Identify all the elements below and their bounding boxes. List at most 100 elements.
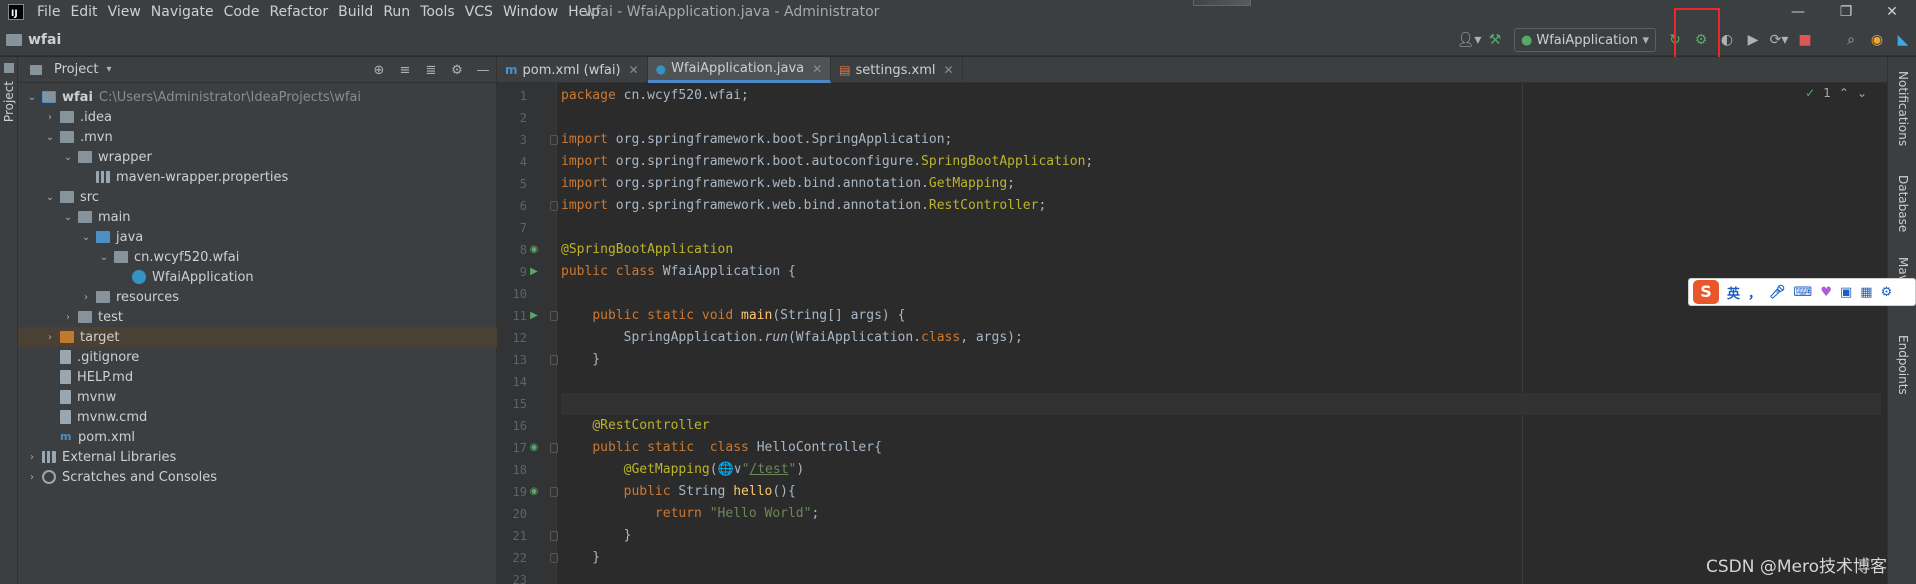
code-line[interactable] bbox=[561, 283, 1881, 305]
minimize-icon[interactable]: — bbox=[1778, 0, 1818, 24]
code-line[interactable]: public String hello(){ bbox=[561, 481, 1881, 503]
plugin-icon[interactable]: ◣ bbox=[1890, 27, 1916, 53]
game-icon[interactable]: ▣ bbox=[1840, 285, 1852, 300]
menu-tools[interactable]: Tools bbox=[415, 0, 460, 24]
code-line[interactable] bbox=[561, 217, 1881, 239]
code-line[interactable] bbox=[561, 107, 1881, 129]
tree-item[interactable]: m pom.xml bbox=[18, 427, 497, 447]
debug-icon[interactable]: ⚙ bbox=[1688, 27, 1714, 53]
chevron-down-icon[interactable]: ⌄ bbox=[26, 92, 38, 103]
tree-item[interactable]: › resources bbox=[18, 287, 497, 307]
search-icon[interactable]: ⌕ bbox=[1838, 27, 1864, 53]
close-icon[interactable]: ✕ bbox=[812, 62, 822, 76]
fold-marker-icon[interactable] bbox=[550, 311, 558, 321]
close-icon[interactable]: ✕ bbox=[943, 63, 953, 77]
update-icon[interactable]: ◉ bbox=[1864, 27, 1890, 53]
chevron-down-icon[interactable]: ⌄ bbox=[44, 192, 56, 203]
tree-item[interactable]: maven-wrapper.properties bbox=[18, 167, 497, 187]
gear-icon[interactable]: ⚙ bbox=[1881, 285, 1893, 300]
more-run-icon[interactable]: ⟳▾ bbox=[1766, 27, 1792, 53]
code-line[interactable]: import org.springframework.web.bind.anno… bbox=[561, 195, 1881, 217]
tree-item[interactable]: ⌄ .mvn bbox=[18, 127, 497, 147]
code-line[interactable]: @RestController bbox=[561, 415, 1881, 437]
tree-item[interactable]: › target bbox=[18, 327, 497, 347]
inspection-widget[interactable]: ✓ 1 ⌃ ⌄ bbox=[1805, 86, 1867, 100]
notifications-tool-tab[interactable]: Notifications bbox=[1896, 71, 1910, 146]
chevron-right-icon[interactable]: › bbox=[44, 112, 56, 123]
hide-icon[interactable]: — bbox=[470, 63, 496, 78]
tree-item[interactable]: WfaiApplication bbox=[18, 267, 497, 287]
code-line[interactable]: import org.springframework.boot.autoconf… bbox=[561, 151, 1881, 173]
code-line[interactable] bbox=[561, 569, 1881, 584]
fold-marker-icon[interactable] bbox=[550, 201, 558, 211]
chevron-right-icon[interactable]: › bbox=[62, 312, 74, 323]
tab-pom-xml[interactable]: m pom.xml (wfai) ✕ bbox=[497, 57, 648, 83]
sogou-logo-icon[interactable]: S bbox=[1693, 280, 1719, 304]
collapse-all-icon[interactable]: ≣ bbox=[418, 63, 444, 78]
close-icon[interactable]: ✕ bbox=[629, 63, 639, 77]
menu-window[interactable]: Window bbox=[498, 0, 563, 24]
code-line[interactable]: package cn.wcyf520.wfai; bbox=[561, 85, 1881, 107]
tree-item[interactable]: mvnw bbox=[18, 387, 497, 407]
tree-item[interactable]: ⌄ cn.wcyf520.wfai bbox=[18, 247, 497, 267]
run-configuration-select[interactable]: ● WfaiApplication ▾ bbox=[1514, 28, 1656, 52]
tree-item[interactable]: ⌄ java bbox=[18, 227, 497, 247]
fold-marker-icon[interactable] bbox=[550, 553, 558, 563]
code-line[interactable] bbox=[561, 393, 1881, 415]
code-line[interactable]: } bbox=[561, 547, 1881, 569]
code-line[interactable]: return "Hello World"; bbox=[561, 503, 1881, 525]
spring-bean-icon[interactable]: ◉ bbox=[527, 243, 541, 257]
menu-build[interactable]: Build bbox=[333, 0, 378, 24]
code-line[interactable]: public static void main(String[] args) { bbox=[561, 305, 1881, 327]
code-editor[interactable]: 1 2 3 4 5 6 7 8 9 10 11 12 13 14 15 16 17 18 19 20 21 22 23 ◉ ▶ ▶… bbox=[497, 83, 1887, 584]
project-tool-tab[interactable]: Project bbox=[2, 81, 16, 122]
tree-item[interactable]: ⌄ main bbox=[18, 207, 497, 227]
run-gutter-icon[interactable]: ▶ bbox=[527, 265, 541, 279]
intellij-logo-icon[interactable]: IJ bbox=[8, 4, 24, 20]
fold-marker-icon[interactable] bbox=[550, 487, 558, 497]
code-line[interactable]: } bbox=[561, 349, 1881, 371]
project-panel-title[interactable]: Project bbox=[54, 62, 98, 77]
menu-refactor[interactable]: Refactor bbox=[264, 0, 333, 24]
project-tool-icon[interactable] bbox=[4, 63, 14, 73]
endpoints-tool-tab[interactable]: Endpoints bbox=[1896, 335, 1910, 395]
tree-item[interactable]: › Scratches and Consoles bbox=[18, 467, 497, 487]
menu-edit[interactable]: Edit bbox=[65, 0, 102, 24]
chevron-down-icon[interactable]: ⌄ bbox=[62, 212, 74, 223]
fold-marker-icon[interactable] bbox=[550, 531, 558, 541]
code-line[interactable] bbox=[561, 371, 1881, 393]
fold-marker-icon[interactable] bbox=[550, 443, 558, 453]
tree-item[interactable]: ⌄ wfai C:\Users\Administrator\IdeaProjects… bbox=[18, 87, 497, 107]
fold-marker-icon[interactable] bbox=[550, 135, 558, 145]
keyboard-icon[interactable]: ⌨ bbox=[1794, 285, 1813, 300]
microphone-icon[interactable]: 🎤︎ bbox=[1769, 285, 1786, 300]
database-tool-tab[interactable]: Database bbox=[1896, 175, 1910, 232]
chevron-up-icon[interactable]: ⌃ bbox=[1839, 86, 1849, 100]
profiler-icon[interactable]: ▶ bbox=[1740, 27, 1766, 53]
menu-navigate[interactable]: Navigate bbox=[146, 0, 219, 24]
code-line[interactable]: public static class HelloController{ bbox=[561, 437, 1881, 459]
chevron-down-icon[interactable]: ▾ bbox=[106, 64, 111, 75]
chevron-down-icon[interactable]: ⌄ bbox=[62, 152, 74, 163]
code-line[interactable]: @SpringBootApplication bbox=[561, 239, 1881, 261]
chevron-down-icon[interactable]: ⌄ bbox=[80, 232, 92, 243]
tree-item[interactable]: ⌄ src bbox=[18, 187, 497, 207]
chevron-down-icon[interactable]: ⌄ bbox=[44, 132, 56, 143]
ime-mode-toggle[interactable]: 英 bbox=[1727, 283, 1740, 302]
code-line[interactable]: import org.springframework.boot.SpringAp… bbox=[561, 129, 1881, 151]
stop-icon[interactable]: ■ bbox=[1792, 27, 1818, 53]
breadcrumb-project[interactable]: wfai bbox=[28, 32, 61, 48]
menu-file[interactable]: File bbox=[32, 0, 65, 24]
toolbox-icon[interactable]: ▦ bbox=[1860, 285, 1872, 300]
tree-item[interactable]: › test bbox=[18, 307, 497, 327]
run-gutter-icon[interactable]: ▶ bbox=[527, 309, 541, 323]
code-line[interactable]: public class WfaiApplication { bbox=[561, 261, 1881, 283]
menu-view[interactable]: View bbox=[103, 0, 146, 24]
tab-settings-xml[interactable]: ▤ settings.xml ✕ bbox=[831, 57, 963, 83]
build-hammer-icon[interactable]: ⚒ bbox=[1482, 27, 1508, 53]
tree-item[interactable]: › External Libraries bbox=[18, 447, 497, 467]
restore-icon[interactable]: ❐ bbox=[1826, 0, 1866, 24]
endpoint-icon[interactable]: ◉ bbox=[527, 485, 541, 499]
tree-item[interactable]: › .idea bbox=[18, 107, 497, 127]
menu-code[interactable]: Code bbox=[219, 0, 265, 24]
